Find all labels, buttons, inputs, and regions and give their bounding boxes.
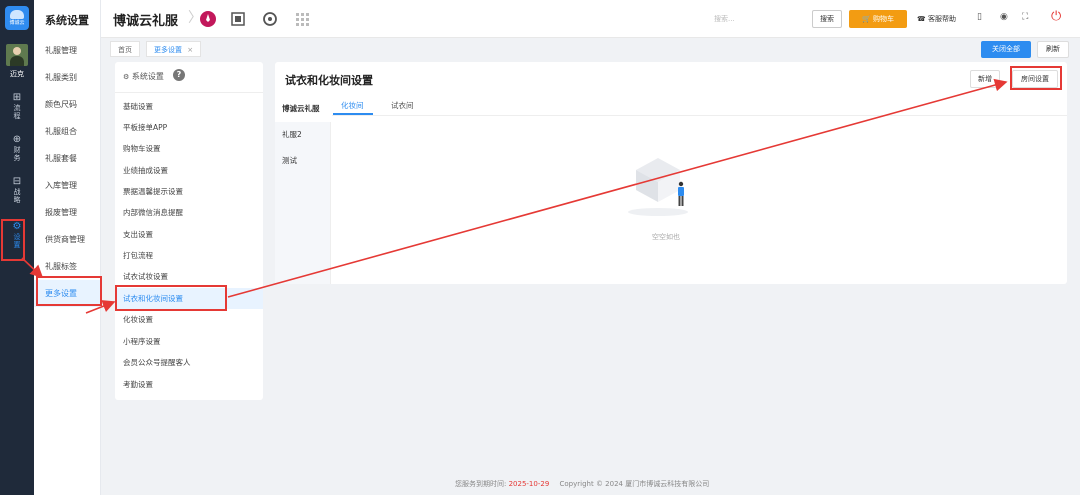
tab-fitting-room[interactable]: 试衣间 <box>391 100 414 111</box>
annotation-box-room-button <box>1010 66 1062 90</box>
chart-icon: ⊟ <box>12 176 22 187</box>
rail-item-finance[interactable]: ⊕ 财务 <box>0 134 34 162</box>
headset-icon: ☎ <box>917 15 926 23</box>
menu-item-makeup[interactable]: 化妆设置 <box>115 309 263 330</box>
expire-date: 2025-10-29 <box>508 480 550 488</box>
annotation-box-settings <box>1 219 25 261</box>
main-panel: 试衣和化妆间设置 新增 房间设置 博诚云礼服 礼服2 测试 化妆间 试衣间 空空… <box>275 62 1067 284</box>
annotation-box-more-settings <box>36 276 102 306</box>
category-item-boc[interactable]: 博诚云礼服 <box>275 96 331 122</box>
rail-item-label: 流程 <box>13 104 21 120</box>
menu-item-fitting-makeup[interactable]: 试衣试妆设置 <box>115 266 263 287</box>
menu-item-mini-program[interactable]: 小程序设置 <box>115 331 263 352</box>
rail-item-label: 财务 <box>13 146 21 162</box>
mobile-icon[interactable]: ▯ <box>977 12 982 22</box>
empty-text: 空空如也 <box>652 233 680 241</box>
sidebar-item-supplier[interactable]: 供货商管理 <box>34 226 101 253</box>
apps-grid-icon[interactable] <box>294 11 310 27</box>
tab-label: 更多设置 <box>154 46 182 54</box>
sidebar-item-color-size[interactable]: 颜色尺码 <box>34 91 101 118</box>
grid-icon: ⊞ <box>12 92 22 103</box>
menu-item-basic[interactable]: 基础设置 <box>115 96 263 117</box>
settings-icon: ⚙ <box>123 73 130 81</box>
rocket-icon[interactable] <box>200 11 216 27</box>
rail-item-strategy[interactable]: ⊟ 战略 <box>0 176 34 204</box>
settings-menu-panel: ⚙ 系统设置 ? 基础设置 平板接单APP 购物车设置 业绩抽成设置 票据温馨提… <box>115 62 263 400</box>
refresh-button[interactable]: 刷新 <box>1037 41 1069 58</box>
menu-item-commission[interactable]: 业绩抽成设置 <box>115 160 263 181</box>
help-label: 客服帮助 <box>927 15 956 23</box>
tab-home[interactable]: 首页 <box>110 41 140 57</box>
sidebar-item-stock-in[interactable]: 入库管理 <box>34 172 101 199</box>
empty-state-illustration <box>628 158 688 216</box>
record-icon[interactable]: ◉ <box>1000 12 1008 22</box>
menu-item-member-reminder[interactable]: 会员公众号提醒客人 <box>115 352 263 373</box>
close-icon[interactable]: × <box>187 46 193 54</box>
tab-makeup-room[interactable]: 化妆间 <box>341 100 364 111</box>
avatar[interactable] <box>6 44 28 66</box>
sidebar-item-dress-package[interactable]: 礼服套餐 <box>34 145 101 172</box>
wallet-icon: ⊕ <box>12 134 22 145</box>
expire-label: 您服务到期时间: <box>455 480 507 488</box>
menu-item-cart[interactable]: 购物车设置 <box>115 138 263 159</box>
settings-menu-title-text: 系统设置 <box>131 72 164 81</box>
help-icon[interactable]: ? <box>173 69 185 81</box>
menu-item-receipt-tips[interactable]: 票据温馨提示设置 <box>115 181 263 202</box>
sidebar-item-dress-category[interactable]: 礼服类别 <box>34 64 101 91</box>
tabs-row: 首页 更多设置 × 关闭全部 刷新 <box>101 38 1080 60</box>
menu-item-wechat-notify[interactable]: 内部微信消息提醒 <box>115 202 263 223</box>
logo-text: 博诚云 <box>9 20 25 26</box>
sidebar-item-scrap[interactable]: 报废管理 <box>34 199 101 226</box>
copyright: Copyright © 2024 厦门市博诚云科技有限公司 <box>559 480 710 488</box>
top-bar: 博诚云礼服 〉 搜索... 搜索 🛒 购物车 ☎ 客服帮助 ▯ ◉ ⛶ ⏻ <box>101 0 1080 38</box>
menu-item-packing[interactable]: 打包流程 <box>115 245 263 266</box>
help-link[interactable]: ☎ 客服帮助 <box>917 14 956 24</box>
fullscreen-icon[interactable]: ⛶ <box>1022 12 1028 22</box>
menu-item-expense[interactable]: 支出设置 <box>115 224 263 245</box>
settings-menu-title: ⚙ 系统设置 <box>123 71 164 82</box>
swirl-icon[interactable] <box>262 11 278 27</box>
menu-item-attendance[interactable]: 考勤设置 <box>115 374 263 395</box>
annotation-box-menu-item <box>115 285 227 311</box>
search-input[interactable]: 搜索... <box>714 14 735 24</box>
category-item-dress2[interactable]: 礼服2 <box>275 122 331 148</box>
tab-more-settings[interactable]: 更多设置 × <box>146 41 202 57</box>
footer: 您服务到期时间: 2025-10-29 Copyright © 2024 厦门市… <box>455 479 709 489</box>
search-button[interactable]: 搜索 <box>812 10 842 28</box>
cart-icon: 🛒 <box>862 15 871 23</box>
brand-title: 博诚云礼服 <box>113 14 179 29</box>
cart-button[interactable]: 🛒 购物车 <box>849 10 907 28</box>
sidebar-item-dress-manage[interactable]: 礼服管理 <box>34 37 101 64</box>
chevron-right-icon: 〉 <box>188 10 202 26</box>
page-title: 试衣和化妆间设置 <box>285 74 373 87</box>
close-all-button[interactable]: 关闭全部 <box>981 41 1031 58</box>
menu-item-tablet-app[interactable]: 平板接单APP <box>115 117 263 138</box>
book-icon[interactable] <box>230 11 246 27</box>
divider <box>115 92 263 93</box>
sidebar-item-dress-combo[interactable]: 礼服组合 <box>34 118 101 145</box>
category-item-test[interactable]: 测试 <box>275 148 331 174</box>
cart-label: 购物车 <box>872 15 894 23</box>
rail-item-label: 战略 <box>13 188 21 204</box>
rail-item-process[interactable]: ⊞ 流程 <box>0 92 34 120</box>
category-list: 博诚云礼服 礼服2 测试 <box>275 96 331 284</box>
user-name: 迈克 <box>10 70 24 78</box>
settings-sidebar: 系统设置 礼服管理 礼服类别 颜色尺码 礼服组合 礼服套餐 入库管理 报废管理 … <box>34 0 101 495</box>
app-logo[interactable]: 博诚云 <box>5 6 29 30</box>
sidebar-title: 系统设置 <box>45 14 89 27</box>
power-icon[interactable]: ⏻ <box>1051 9 1061 24</box>
divider <box>332 115 1067 116</box>
new-button[interactable]: 新增 <box>970 70 1000 88</box>
